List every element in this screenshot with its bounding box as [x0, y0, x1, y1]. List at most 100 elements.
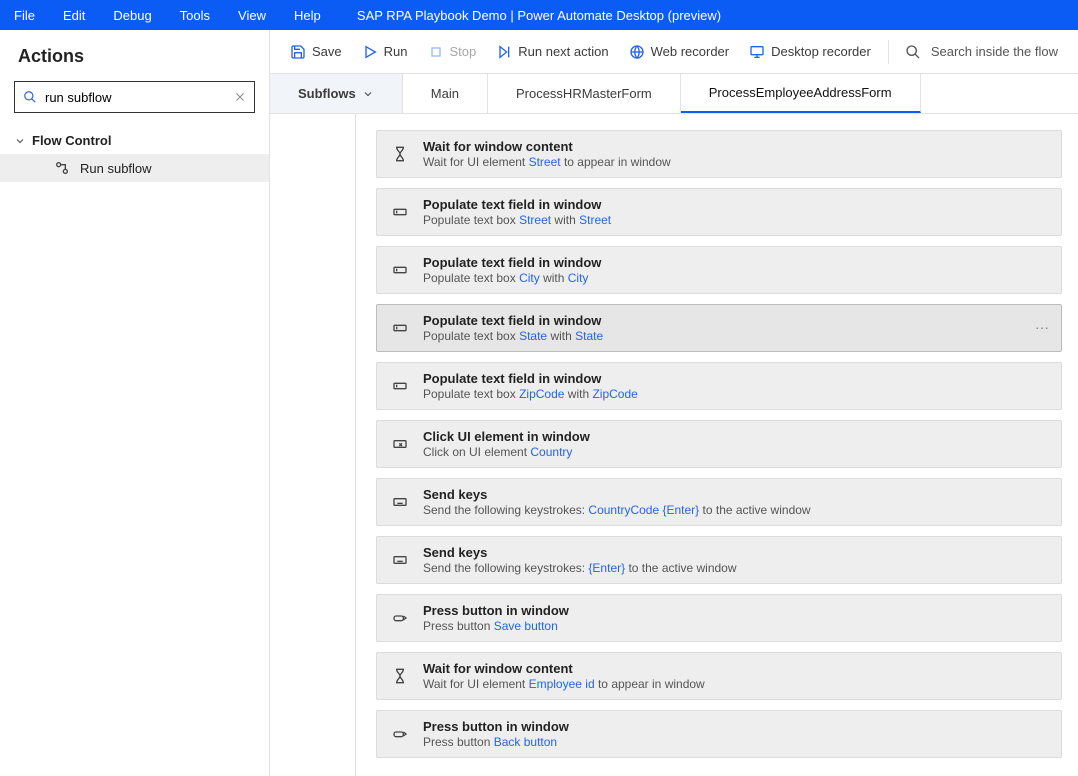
step-desc: Populate text box Street with Street — [423, 213, 611, 227]
button-icon — [389, 610, 411, 626]
play-icon — [362, 44, 378, 60]
step-icon — [496, 44, 512, 60]
step-card[interactable]: Populate text field in window Populate t… — [376, 304, 1062, 352]
step-desc: Wait for UI element Employee id to appea… — [423, 677, 705, 691]
line-gutter — [270, 114, 356, 776]
step-card[interactable]: Populate text field in window Populate t… — [376, 246, 1062, 294]
desktop-recorder-button[interactable]: Desktop recorder — [739, 44, 881, 60]
menu-tools[interactable]: Tools — [166, 8, 224, 23]
keyboard-icon — [389, 494, 411, 510]
search-in-flow[interactable]: Search inside the flow — [895, 44, 1068, 60]
run-next-label: Run next action — [518, 44, 608, 59]
textbox-icon — [389, 262, 411, 278]
hourglass-icon — [389, 146, 411, 162]
step-card[interactable]: Press button in window Press button Back… — [376, 710, 1062, 758]
step-desc: Send the following keystrokes: {Enter} t… — [423, 561, 737, 575]
desk-rec-label: Desktop recorder — [771, 44, 871, 59]
actions-search-input[interactable] — [45, 90, 234, 105]
textbox-icon — [389, 378, 411, 394]
step-title: Wait for window content — [423, 661, 705, 676]
keyboard-icon — [389, 552, 411, 568]
run-button[interactable]: Run — [352, 44, 418, 60]
step-title: Press button in window — [423, 603, 569, 618]
step-title: Populate text field in window — [423, 371, 638, 386]
step-card[interactable]: Click UI element in window Click on UI e… — [376, 420, 1062, 468]
step-title: Send keys — [423, 545, 737, 560]
menu-debug[interactable]: Debug — [99, 8, 165, 23]
step-desc: Wait for UI element Street to appear in … — [423, 155, 671, 169]
step-title: Populate text field in window — [423, 313, 603, 328]
stop-button: Stop — [418, 44, 487, 60]
textbox-icon — [389, 320, 411, 336]
app-title: SAP RPA Playbook Demo | Power Automate D… — [357, 8, 721, 23]
menu-help[interactable]: Help — [280, 8, 335, 23]
step-title: Press button in window — [423, 719, 569, 734]
monitor-icon — [749, 44, 765, 60]
actions-header: Actions — [0, 30, 269, 81]
menu-view[interactable]: View — [224, 8, 280, 23]
group-label-text: Flow Control — [32, 133, 111, 148]
step-title: Click UI element in window — [423, 429, 590, 444]
step-title: Populate text field in window — [423, 197, 611, 212]
run-next-button[interactable]: Run next action — [486, 44, 618, 60]
step-desc: Populate text box City with City — [423, 271, 601, 285]
step-card[interactable]: Send keys Send the following keystrokes:… — [376, 536, 1062, 584]
step-row[interactable]: 1 Wait for window content Wait for UI el… — [356, 130, 1062, 178]
textbox-icon — [389, 204, 411, 220]
steps-list[interactable]: 1 Wait for window content Wait for UI el… — [356, 114, 1078, 776]
stop-icon — [428, 44, 444, 60]
more-icon[interactable]: ⋯ — [1035, 320, 1051, 337]
step-row[interactable]: 3 Populate text field in window Populate… — [356, 246, 1062, 294]
step-card[interactable]: Populate text field in window Populate t… — [376, 362, 1062, 410]
chevron-down-icon — [14, 135, 26, 147]
step-row[interactable]: 8 Send keys Send the following keystroke… — [356, 536, 1062, 584]
toolbar: Save Run Stop Run next action Web record… — [270, 30, 1078, 74]
run-label: Run — [384, 44, 408, 59]
step-card[interactable]: Send keys Send the following keystrokes:… — [376, 478, 1062, 526]
step-row[interactable]: 7 Send keys Send the following keystroke… — [356, 478, 1062, 526]
search-flow-label: Search inside the flow — [931, 44, 1058, 59]
step-row[interactable]: 9 Press button in window Press button Sa… — [356, 594, 1062, 642]
step-desc: Click on UI element Country — [423, 445, 590, 459]
step-row[interactable]: 5 Populate text field in window Populate… — [356, 362, 1062, 410]
step-card[interactable]: Press button in window Press button Save… — [376, 594, 1062, 642]
step-card[interactable]: Wait for window content Wait for UI elem… — [376, 130, 1062, 178]
clear-icon[interactable] — [234, 91, 246, 103]
web-recorder-button[interactable]: Web recorder — [619, 44, 740, 60]
menu-edit[interactable]: Edit — [49, 8, 99, 23]
actions-search[interactable] — [14, 81, 255, 113]
tab-process-employee-address[interactable]: ProcessEmployeeAddressForm — [681, 74, 921, 113]
step-desc: Populate text box ZipCode with ZipCode — [423, 387, 638, 401]
globe-icon — [629, 44, 645, 60]
subflow-tabs: Subflows Main ProcessHRMasterForm Proces… — [270, 74, 1078, 114]
step-desc: Send the following keystrokes: CountryCo… — [423, 503, 811, 517]
tab-main[interactable]: Main — [403, 74, 488, 113]
action-item-run-subflow[interactable]: Run subflow — [0, 154, 269, 182]
menu-bar: File Edit Debug Tools View Help SAP RPA … — [0, 0, 1078, 30]
subflows-dropdown[interactable]: Subflows — [270, 74, 403, 113]
step-desc: Populate text box State with State — [423, 329, 603, 343]
step-row[interactable]: 6 Click UI element in window Click on UI… — [356, 420, 1062, 468]
step-row[interactable]: 2 Populate text field in window Populate… — [356, 188, 1062, 236]
web-rec-label: Web recorder — [651, 44, 730, 59]
step-desc: Press button Back button — [423, 735, 569, 749]
actions-panel: Actions Flow Control Run subflow — [0, 30, 270, 776]
search-icon — [905, 44, 921, 60]
tab-process-hr[interactable]: ProcessHRMasterForm — [488, 74, 681, 113]
step-card[interactable]: Wait for window content Wait for UI elem… — [376, 652, 1062, 700]
steps-area: 1 Wait for window content Wait for UI el… — [270, 114, 1078, 776]
step-title: Wait for window content — [423, 139, 671, 154]
save-button[interactable]: Save — [280, 44, 352, 60]
step-row[interactable]: 4 Populate text field in window Populate… — [356, 304, 1062, 352]
search-icon — [23, 90, 37, 104]
action-item-label: Run subflow — [80, 161, 152, 176]
step-row[interactable]: 11 Press button in window Press button B… — [356, 710, 1062, 758]
step-row[interactable]: 10 Wait for window content Wait for UI e… — [356, 652, 1062, 700]
step-title: Populate text field in window — [423, 255, 601, 270]
step-title: Send keys — [423, 487, 811, 502]
actions-group-flow-control[interactable]: Flow Control — [0, 127, 269, 154]
step-card[interactable]: Populate text field in window Populate t… — [376, 188, 1062, 236]
save-label: Save — [312, 44, 342, 59]
menu-file[interactable]: File — [0, 8, 49, 23]
button-icon — [389, 726, 411, 742]
